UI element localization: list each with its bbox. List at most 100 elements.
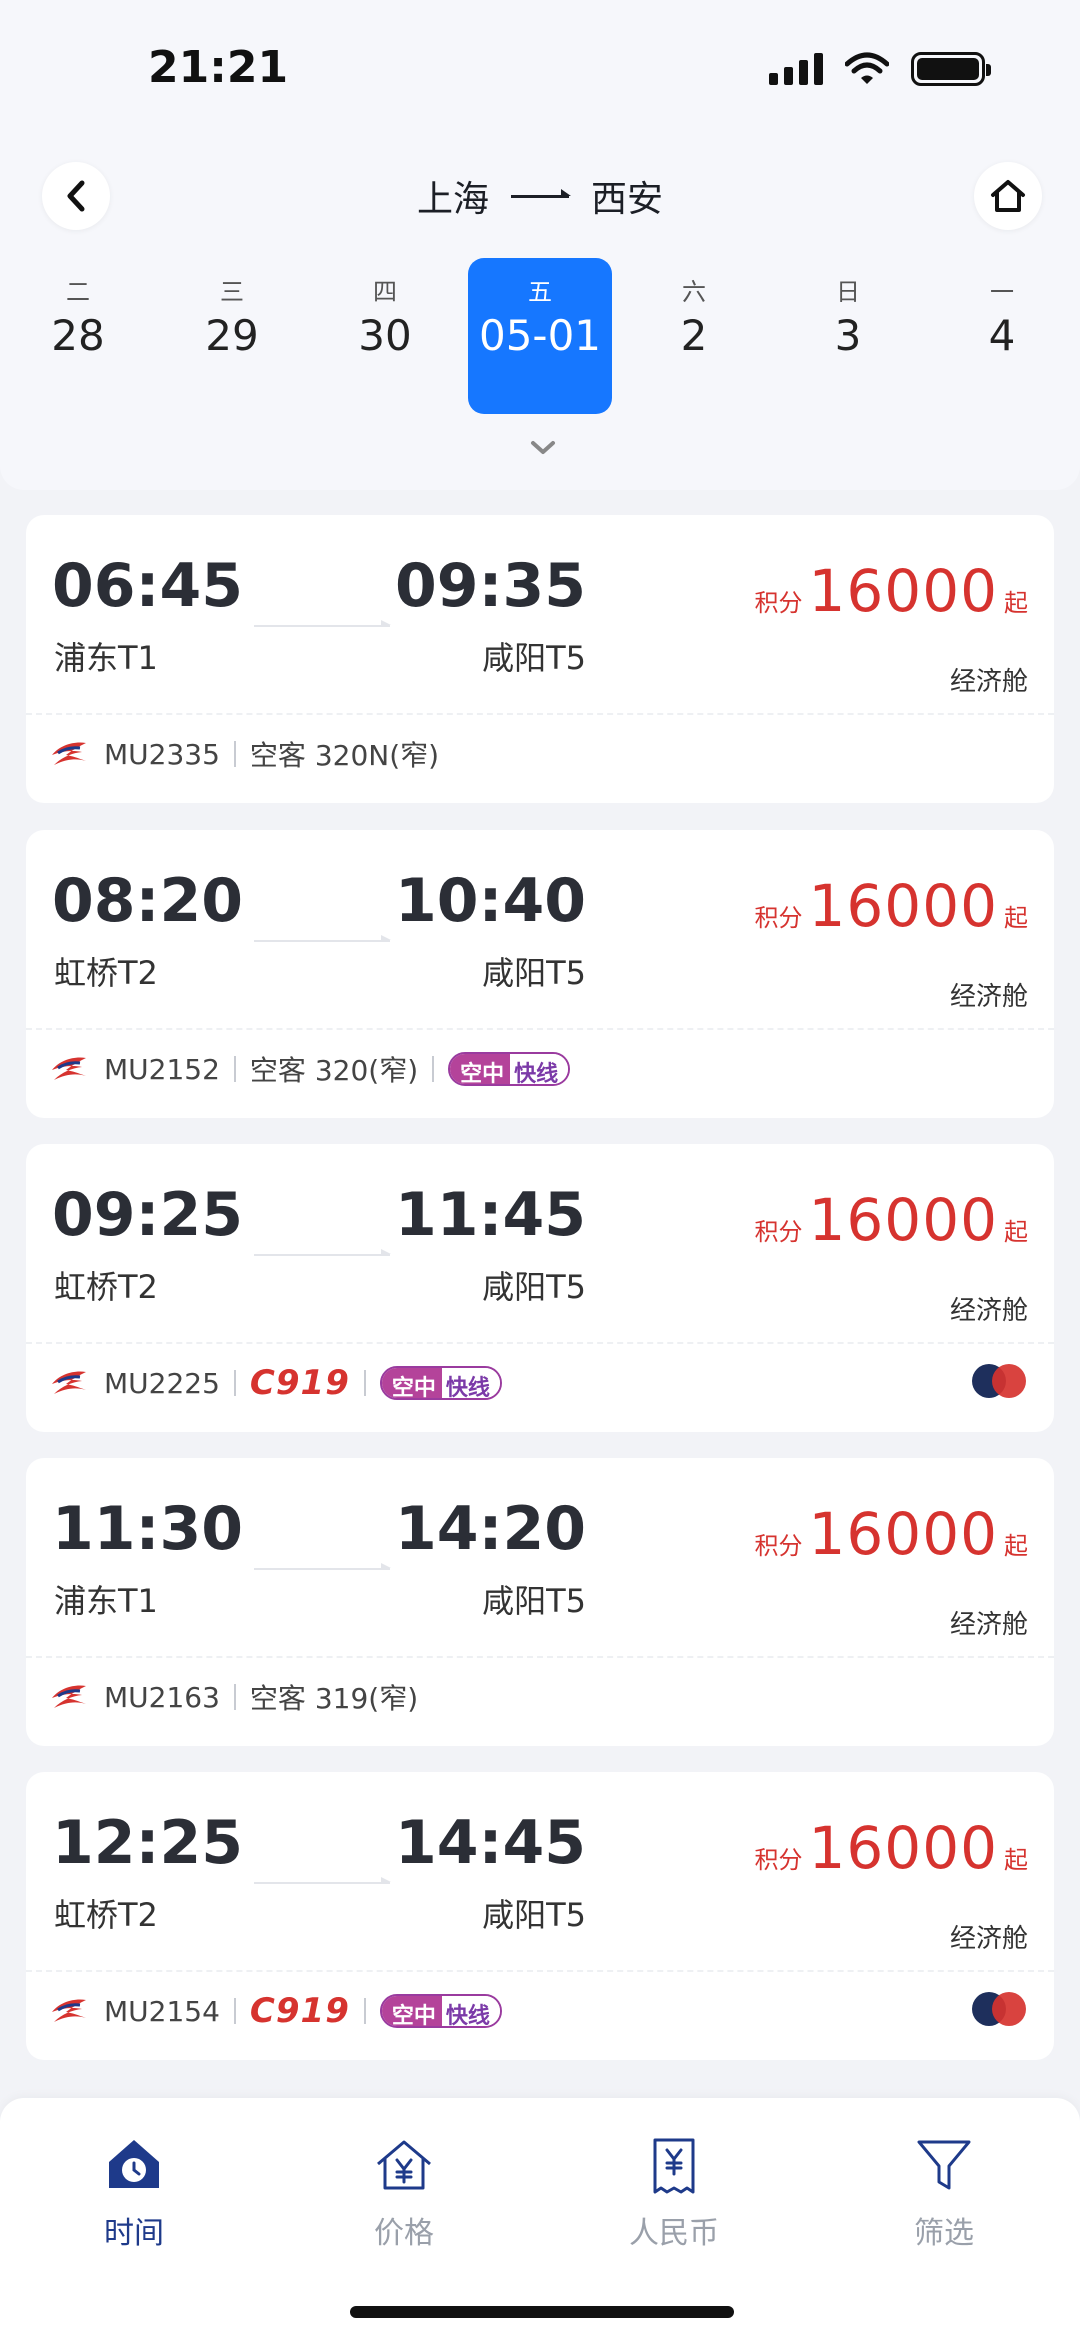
- price-value: 16000: [808, 1500, 998, 1568]
- departure-terminal: 虹桥T2: [54, 954, 158, 992]
- date-item[interactable]: 日3: [776, 258, 920, 414]
- origin-city: 上海: [416, 179, 489, 220]
- arrival-terminal: 咸阳T5: [482, 1582, 586, 1620]
- date-weekday: 六: [682, 278, 706, 306]
- route-title: 上海 西安: [0, 170, 1080, 222]
- airline-logo-icon: [52, 1371, 86, 1394]
- departure-terminal: 虹桥T2: [54, 1268, 158, 1306]
- flight-info: MU2225 C919 空中 快线: [48, 1358, 502, 1408]
- price-suffix: 起: [1004, 1218, 1028, 1246]
- price-suffix: 起: [1004, 589, 1028, 617]
- date-weekday: 五: [528, 278, 552, 306]
- price-label: 积分: [754, 1846, 803, 1874]
- flight-arrow-icon: [254, 620, 391, 627]
- flight-card[interactable]: 09:25 11:45 虹桥T2 咸阳T5 积分 16000 起 经济舱 MU2…: [26, 1144, 1054, 1432]
- signal-icon: [769, 53, 823, 85]
- express-badge: 空中 快线: [379, 1994, 502, 2028]
- flight-info: MU2154 C919 空中 快线: [48, 1986, 502, 2036]
- arrival-terminal: 咸阳T5: [482, 1896, 586, 1934]
- flight-card[interactable]: 12:25 14:45 虹桥T2 咸阳T5 积分 16000 起 经济舱 MU2…: [26, 1772, 1054, 2060]
- date-day: 30: [358, 311, 412, 360]
- airline-logo-icon: [52, 742, 86, 765]
- price-label: 积分: [754, 904, 803, 932]
- price-label: 积分: [754, 1218, 803, 1246]
- departure-time: 09:25: [52, 1180, 243, 1250]
- flight-card[interactable]: 06:45 09:35 浦东T1 咸阳T5 积分 16000 起 经济舱 MU2…: [26, 515, 1054, 803]
- date-day: 28: [51, 311, 105, 360]
- separator: [363, 1370, 366, 1396]
- price: 积分 16000 起: [754, 872, 1028, 940]
- filter-icon: [917, 2140, 971, 2190]
- price-value: 16000: [808, 1186, 998, 1254]
- tab-time[interactable]: 时间: [34, 2134, 234, 2252]
- date-item[interactable]: 六2: [622, 258, 766, 414]
- date-item[interactable]: 四 30: [313, 258, 457, 414]
- price: 积分 16000 起: [754, 1500, 1028, 1568]
- yen-house-icon: [377, 2140, 431, 2190]
- separator: [233, 1998, 236, 2024]
- flight-info: MU2152 空客 320(窄) 空中 快线: [48, 1044, 571, 1094]
- separator: [233, 1056, 236, 1082]
- arrival-time: 09:35: [395, 551, 586, 621]
- home-icon: [991, 180, 1025, 212]
- separator: [233, 741, 236, 767]
- tab-price[interactable]: 价格: [304, 2134, 504, 2252]
- date-weekday: 日: [836, 278, 860, 306]
- wifi-icon: [845, 52, 889, 84]
- tab-label: 时间: [104, 2216, 164, 2251]
- chevron-down-icon[interactable]: [530, 440, 556, 456]
- tab-label: 人民币: [629, 2216, 719, 2251]
- price-suffix: 起: [1004, 1532, 1028, 1560]
- cabin-class: 经济舱: [949, 667, 1028, 697]
- divider: [26, 1342, 1054, 1344]
- date-weekday: 一: [990, 278, 1014, 306]
- tab-label: 价格: [374, 2216, 434, 2251]
- date-item-selected[interactable]: 五 05-01: [468, 258, 612, 414]
- express-badge-part: 空中: [450, 1054, 511, 1084]
- price-label: 积分: [754, 589, 803, 617]
- price-suffix: 起: [1004, 904, 1028, 932]
- tab-filter[interactable]: 筛选: [844, 2134, 1044, 2252]
- price-value: 16000: [808, 872, 998, 940]
- home-indicator[interactable]: [350, 2306, 734, 2318]
- price-value: 16000: [808, 557, 998, 625]
- price: 积分 16000 起: [754, 1814, 1028, 1882]
- tab-label: 筛选: [914, 2216, 974, 2251]
- status-bar: 21:21: [0, 0, 1080, 140]
- tab-rmb[interactable]: 人民币: [574, 2134, 774, 2252]
- airline-logo-icon: [52, 1999, 86, 2022]
- express-badge-part: 空中: [381, 1996, 442, 2026]
- price-suffix: 起: [1004, 1846, 1028, 1874]
- date-item[interactable]: 一4: [930, 258, 1074, 414]
- c919-logo: C919: [249, 1363, 350, 1403]
- departure-time: 12:25: [52, 1808, 243, 1878]
- date-day: 29: [205, 311, 259, 360]
- cabin-class: 经济舱: [949, 1296, 1028, 1326]
- cabin-class: 经济舱: [949, 982, 1028, 1012]
- battery-icon: [911, 52, 991, 86]
- flight-number: MU2154: [104, 1994, 220, 2028]
- arrival-time: 11:45: [395, 1180, 586, 1250]
- departure-time: 08:20: [52, 866, 243, 936]
- flight-arrow-icon: [254, 935, 391, 942]
- departure-time: 06:45: [52, 551, 243, 621]
- express-badge: 空中 快线: [379, 1366, 502, 1400]
- flight-card[interactable]: 11:30 14:20 浦东T1 咸阳T5 积分 16000 起 经济舱 MU2…: [26, 1458, 1054, 1746]
- departure-terminal: 浦东T1: [54, 639, 158, 677]
- home-button[interactable]: [974, 162, 1042, 230]
- date-weekday: 二: [66, 278, 90, 306]
- status-time: 21:21: [148, 42, 289, 93]
- cabin-class: 经济舱: [949, 1924, 1028, 1954]
- divider: [26, 713, 1054, 715]
- divider: [26, 1970, 1054, 1972]
- flight-number: MU2152: [104, 1052, 220, 1086]
- divider: [26, 1028, 1054, 1030]
- destination-city: 西安: [591, 179, 664, 220]
- price-label: 积分: [754, 1532, 803, 1560]
- departure-time: 11:30: [52, 1494, 243, 1564]
- flight-info: MU2335 空客 320N(窄): [48, 729, 439, 779]
- date-item[interactable]: 二 28: [6, 258, 150, 414]
- header: 上海 西安 二 28 三 29 四 30 五 05-01 六2 日3 一4: [0, 140, 1080, 490]
- date-item[interactable]: 三 29: [160, 258, 304, 414]
- flight-card[interactable]: 08:20 10:40 虹桥T2 咸阳T5 积分 16000 起 经济舱 MU2…: [26, 830, 1054, 1118]
